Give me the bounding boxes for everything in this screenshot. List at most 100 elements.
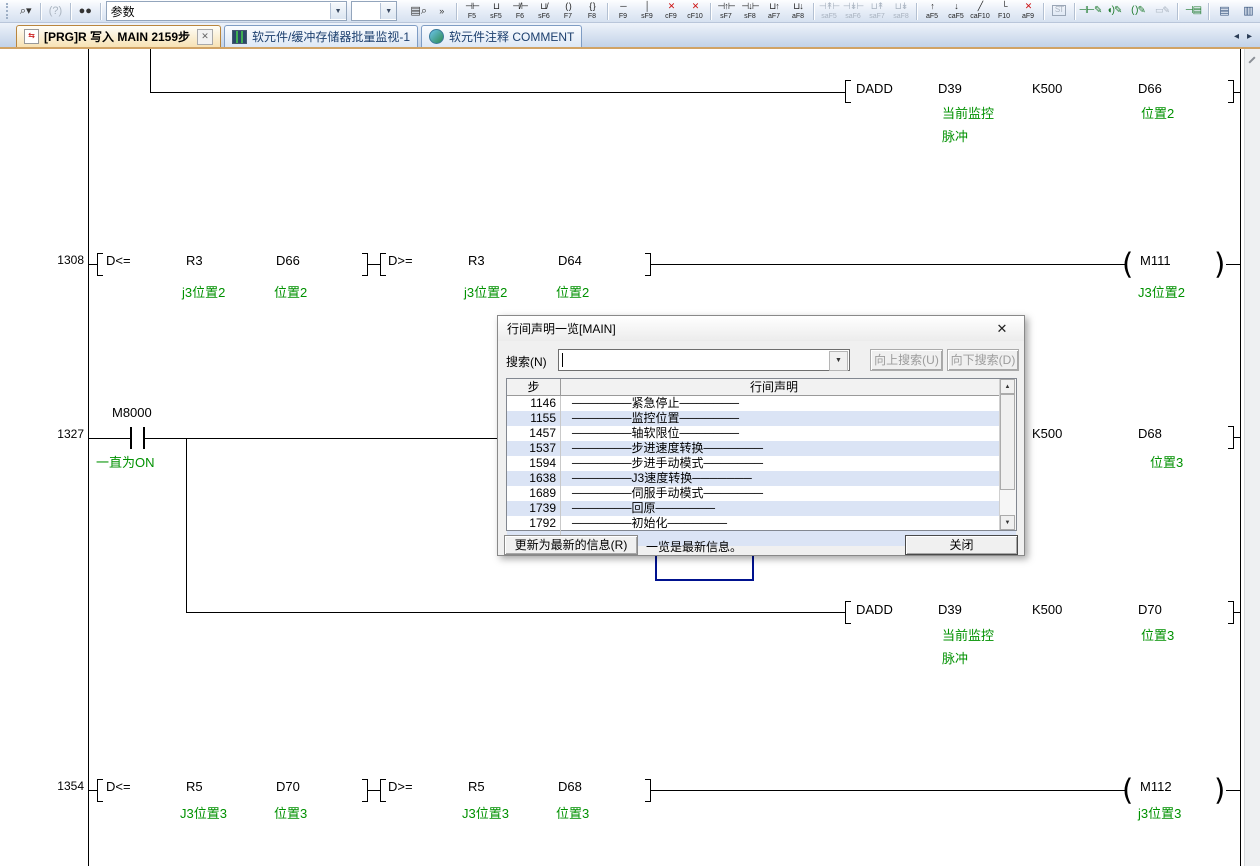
ladder-tool-aF7[interactable]: ⊔↑aF7 bbox=[762, 1, 786, 22]
step-number: 1308 bbox=[38, 253, 84, 267]
device-comment: 位置3 bbox=[1141, 625, 1174, 644]
ladder-tool-key-label: sF7 bbox=[720, 13, 732, 20]
toolbar-overflow-icon[interactable]: » bbox=[430, 1, 453, 22]
left-power-rail bbox=[88, 49, 89, 866]
statement-row[interactable]: 1638───────J3速度转换─────── bbox=[507, 471, 1016, 486]
tab-device-comment[interactable]: 软元件注释 COMMENT bbox=[421, 25, 582, 47]
ladder-tool-⊣▤[interactable]: ⊣▤ bbox=[1181, 1, 1205, 22]
list-scrollbar[interactable]: ▲ ▼ bbox=[999, 379, 1016, 530]
chevron-down-icon[interactable]: ▼ bbox=[380, 3, 396, 19]
device-label: K500 bbox=[1032, 426, 1062, 441]
ladder-tool-symbol: ⊣⊢ bbox=[465, 2, 479, 12]
ladder-tool-symbol: ▤ bbox=[1219, 6, 1228, 16]
toolbar-separator bbox=[1043, 3, 1044, 20]
ladder-tool-key-label: caF5 bbox=[948, 13, 964, 20]
tab-main-program[interactable]: ⇆ [PRG]R 写入 MAIN 2159步 ✕ bbox=[16, 25, 221, 47]
scroll-up-icon[interactable]: ▲ bbox=[1000, 379, 1015, 394]
status-text: 一览是最新信息。 bbox=[646, 538, 742, 555]
statement-text: ───────步进手动模式─────── bbox=[561, 456, 992, 471]
secondary-combobox[interactable]: ▼ bbox=[351, 1, 398, 21]
statement-step: 1638 bbox=[507, 471, 561, 486]
scroll-down-icon[interactable]: ▼ bbox=[1000, 515, 1015, 530]
refresh-button[interactable]: 更新为最新的信息(R) bbox=[504, 535, 638, 555]
ladder-tool-aF5[interactable]: ↑aF5 bbox=[920, 1, 944, 22]
ladder-tool-symbol: ⊣⊢✎ bbox=[1079, 6, 1102, 16]
parameter-combobox[interactable]: 参数 ▼ bbox=[106, 1, 347, 21]
ladder-tool-aF8[interactable]: ⊔↓aF8 bbox=[786, 1, 810, 22]
device-comment: J3位置3 bbox=[180, 803, 227, 822]
instruction-bracket bbox=[380, 253, 386, 276]
tab-scroll-left-icon[interactable]: ◂ bbox=[1230, 31, 1243, 42]
statement-row[interactable]: 1537───────步进速度转换─────── bbox=[507, 441, 1016, 456]
chevron-down-icon[interactable]: ▼ bbox=[829, 351, 848, 371]
close-icon[interactable]: ✕ bbox=[989, 321, 1015, 337]
instruction-bracket bbox=[97, 779, 103, 802]
close-button[interactable]: 关闭 bbox=[905, 535, 1018, 555]
ladder-tool-sF6[interactable]: ⊔/sF6 bbox=[532, 1, 556, 22]
scrollbar-thumb[interactable] bbox=[1000, 394, 1015, 490]
statement-row[interactable]: 1457───────轴软限位─────── bbox=[507, 426, 1016, 441]
toolbar-separator bbox=[710, 3, 711, 20]
vertical-scrollbar[interactable] bbox=[1244, 49, 1260, 866]
close-icon[interactable]: ✕ bbox=[197, 29, 213, 45]
ladder-tool-sF7[interactable]: ⊣↑⊢sF7 bbox=[714, 1, 738, 22]
ladder-tool-F8[interactable]: { }F8 bbox=[580, 1, 604, 22]
statement-row[interactable]: 1594───────步进手动模式─────── bbox=[507, 456, 1016, 471]
ladder-tool-sF8[interactable]: ⊣↓⊢sF8 bbox=[738, 1, 762, 22]
ladder-tool-caF5[interactable]: ↓caF5 bbox=[944, 1, 968, 22]
ladder-tool-▤[interactable]: ▤ bbox=[1212, 1, 1236, 22]
wire bbox=[145, 438, 497, 439]
print-preview-icon[interactable]: ▤⌕ bbox=[407, 1, 430, 22]
ladder-tool-key-label: saF5 bbox=[821, 13, 837, 20]
statement-row[interactable]: 1739───────回原─────── bbox=[507, 501, 1016, 516]
ladder-tool-( )✎[interactable]: ( )✎ bbox=[1126, 1, 1150, 22]
device-search-icon[interactable]: ⌕▾ bbox=[14, 1, 37, 22]
ladder-tool-key-label: aF7 bbox=[768, 13, 780, 20]
device-label: M8000 bbox=[112, 405, 152, 420]
ladder-tool-sF5[interactable]: ⊔sF5 bbox=[484, 1, 508, 22]
dialog-titlebar[interactable]: 行间声明一览[MAIN] ✕ bbox=[498, 316, 1024, 341]
coil-close-paren: ) bbox=[1214, 248, 1226, 280]
ladder-tool-F5[interactable]: ⊣⊢F5 bbox=[460, 1, 484, 22]
ladder-tool-⊣⊢✎[interactable]: ⊣⊢✎ bbox=[1078, 1, 1102, 22]
statement-row[interactable]: 1689───────伺服手动模式─────── bbox=[507, 486, 1016, 501]
ladder-tool-key-label: caF10 bbox=[970, 13, 989, 20]
statement-row[interactable]: 1792───────初始化─────── bbox=[507, 516, 1016, 531]
statement-row[interactable]: 1146───────紧急停止─────── bbox=[507, 396, 1016, 411]
statement-step: 1155 bbox=[507, 411, 561, 426]
ladder-tool-F6[interactable]: ⊣/⊢F6 bbox=[508, 1, 532, 22]
ladder-tool-◖)✎[interactable]: ◖)✎ bbox=[1102, 1, 1126, 22]
ladder-tool-symbol: ⊔↑ bbox=[769, 2, 779, 12]
ladder-tool-F9[interactable]: ─F9 bbox=[611, 1, 635, 22]
toolbar-separator bbox=[1208, 3, 1209, 20]
device-label: DADD bbox=[856, 602, 893, 617]
ladder-tool-▥[interactable]: ▥ bbox=[1236, 1, 1260, 22]
device-label: D70 bbox=[1138, 602, 1162, 617]
device-label: M111 bbox=[1140, 253, 1171, 268]
ladder-tool-cF10[interactable]: ✕cF10 bbox=[683, 1, 707, 22]
ladder-tool-F7[interactable]: ( )F7 bbox=[556, 1, 580, 22]
find-icon[interactable]: ●● bbox=[74, 1, 97, 22]
device-comment: 当前监控 bbox=[942, 625, 994, 644]
statement-row[interactable]: 1155───────监控位置─────── bbox=[507, 411, 1016, 426]
ladder-tool-symbol: ( )✎ bbox=[1131, 6, 1145, 16]
device-label: K500 bbox=[1032, 602, 1062, 617]
device-comment: 一直为ON bbox=[96, 452, 155, 471]
search-input[interactable]: ▼ bbox=[558, 349, 850, 371]
ladder-tool-key-label: aF8 bbox=[792, 13, 804, 20]
ladder-tool-cF9[interactable]: ✕cF9 bbox=[659, 1, 683, 22]
ladder-tool-F10[interactable]: └F10 bbox=[992, 1, 1016, 22]
ladder-tool-aF9[interactable]: ✕aF9 bbox=[1016, 1, 1040, 22]
ladder-tool-symbol: ⊔↓ bbox=[793, 2, 803, 12]
ladder-tool-caF10[interactable]: ╱caF10 bbox=[968, 1, 992, 22]
branch-wire bbox=[186, 438, 187, 612]
device-comment: j3位置2 bbox=[464, 282, 507, 301]
chevron-down-icon[interactable]: ▼ bbox=[330, 3, 346, 19]
toolbar-grip[interactable] bbox=[6, 3, 11, 19]
device-label: D66 bbox=[1138, 81, 1162, 96]
tab-scroll-right-icon[interactable]: ▸ bbox=[1243, 31, 1256, 42]
ladder-tool-sF9[interactable]: │sF9 bbox=[635, 1, 659, 22]
tab-device-batch-monitor[interactable]: 软元件/缓冲存储器批量监视-1 bbox=[224, 25, 418, 47]
list-rows: 1146───────紧急停止───────1155───────监控位置───… bbox=[507, 396, 1016, 546]
statement-list-dialog: 行间声明一览[MAIN] ✕ 搜索(N) ▼ 向上搜索(U) 向下搜索(D) 步… bbox=[497, 315, 1025, 556]
